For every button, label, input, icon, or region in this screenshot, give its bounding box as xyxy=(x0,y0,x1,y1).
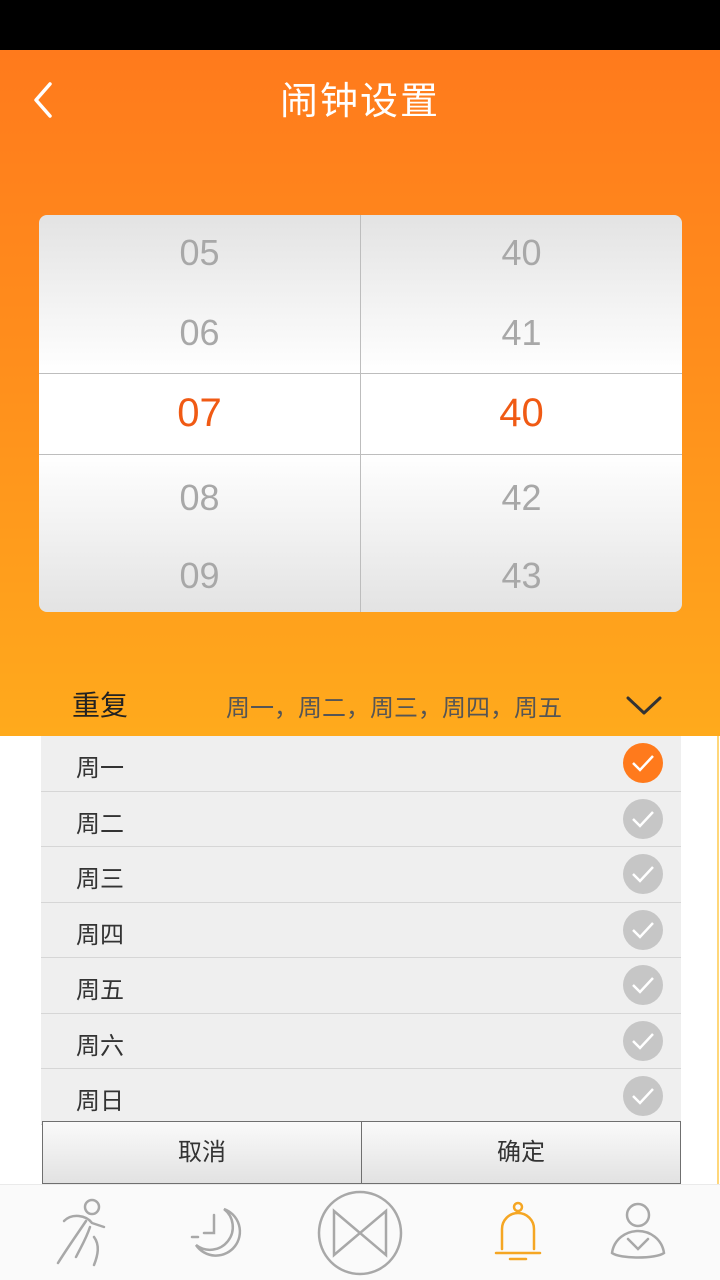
day-label: 周日 xyxy=(76,1087,124,1115)
day-label: 周二 xyxy=(76,809,124,838)
nav-run[interactable] xyxy=(42,1193,122,1273)
day-label: 周六 xyxy=(76,1031,124,1060)
day-row-mon[interactable]: 周一 xyxy=(41,736,681,792)
day-label: 周三 xyxy=(76,865,124,893)
minute-option[interactable]: 41 xyxy=(361,303,682,363)
sleep-moon-icon xyxy=(190,1207,242,1257)
day-row-fri[interactable]: 周五 xyxy=(41,958,681,1014)
day-label: 周四 xyxy=(76,920,124,949)
run-icon xyxy=(56,1198,106,1267)
day-row-sun[interactable]: 周日 xyxy=(41,1069,681,1125)
bottom-nav xyxy=(0,1184,720,1280)
center-bowtie-icon xyxy=(317,1190,403,1276)
nav-alarm[interactable] xyxy=(478,1193,558,1273)
action-bar: 取消 确定 xyxy=(42,1121,681,1184)
hour-selected[interactable]: 07 xyxy=(39,383,360,443)
chevron-down-icon xyxy=(626,696,662,715)
cancel-button[interactable]: 取消 xyxy=(43,1122,361,1183)
minute-selected[interactable]: 40 xyxy=(361,383,682,443)
status-bar xyxy=(0,0,720,50)
minute-wheel[interactable]: 40 41 40 42 43 xyxy=(361,215,682,612)
check-icon[interactable] xyxy=(623,1076,663,1116)
time-picker[interactable]: 05 06 07 08 09 40 41 40 42 43 xyxy=(39,215,682,612)
edge-divider xyxy=(717,736,719,1184)
check-icon[interactable] xyxy=(623,965,663,1005)
repeat-toggle-button[interactable] xyxy=(622,688,666,722)
hour-option[interactable]: 09 xyxy=(39,546,360,606)
check-icon[interactable] xyxy=(623,743,663,783)
day-row-thu[interactable]: 周四 xyxy=(41,902,681,958)
nav-center[interactable] xyxy=(316,1189,404,1277)
nav-sleep[interactable] xyxy=(178,1193,258,1273)
nav-profile[interactable] xyxy=(598,1193,678,1273)
day-label: 周一 xyxy=(76,754,124,782)
repeat-summary: 周一，周二，周三，周四，周五 xyxy=(226,694,562,722)
minute-option[interactable]: 42 xyxy=(361,468,682,528)
hour-option[interactable]: 06 xyxy=(39,303,360,363)
repeat-label: 重复 xyxy=(72,689,129,722)
hour-wheel[interactable]: 05 06 07 08 09 xyxy=(39,215,360,612)
check-icon[interactable] xyxy=(623,854,663,894)
hour-option[interactable]: 05 xyxy=(39,223,360,283)
confirm-button[interactable]: 确定 xyxy=(361,1122,680,1183)
hour-option[interactable]: 08 xyxy=(39,468,360,528)
check-icon[interactable] xyxy=(623,909,663,950)
check-icon[interactable] xyxy=(623,1020,663,1061)
check-icon[interactable] xyxy=(623,798,663,839)
day-list: 周一 周二 周三 周四 周五 周六 周日 xyxy=(41,736,681,1125)
day-row-tue[interactable]: 周二 xyxy=(41,791,681,847)
page-title: 闹钟设置 xyxy=(279,79,440,123)
alarm-bell-icon xyxy=(494,1201,542,1261)
day-row-wed[interactable]: 周三 xyxy=(41,847,681,903)
day-row-sat[interactable]: 周六 xyxy=(41,1013,681,1069)
minute-option[interactable]: 40 xyxy=(361,223,682,283)
minute-option[interactable]: 43 xyxy=(361,546,682,606)
profile-icon xyxy=(610,1202,666,1259)
day-label: 周五 xyxy=(76,976,124,1004)
